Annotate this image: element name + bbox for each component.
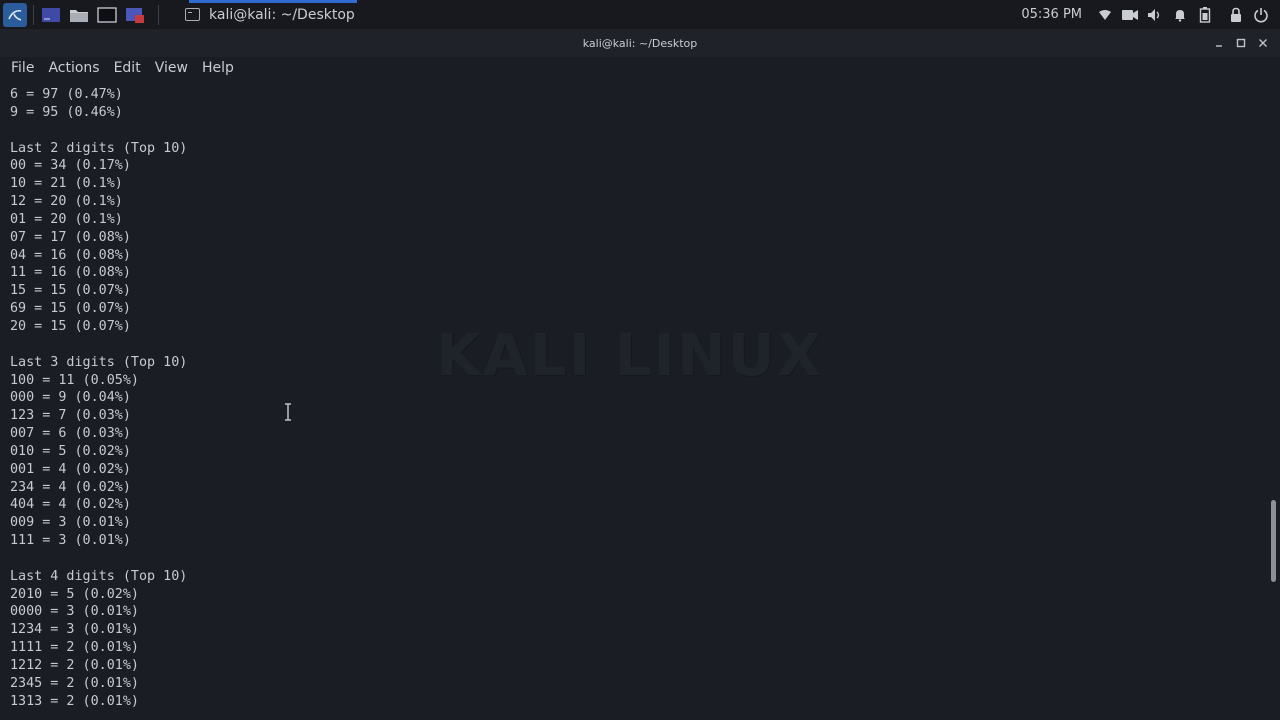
menu-view[interactable]: View: [148, 60, 195, 76]
terminal-line: 010 = 5 (0.02%): [10, 443, 131, 459]
terminal-line: 100 = 11 (0.05%): [10, 372, 139, 388]
system-tray: 05:36 PM: [1021, 0, 1280, 29]
terminal-line: 01 = 20 (0.1%): [10, 211, 123, 227]
terminal-line: 9 = 95 (0.46%): [10, 104, 123, 120]
terminal-line: Last 3 digits (Top 10): [10, 354, 188, 370]
bell-icon[interactable]: [1169, 5, 1191, 25]
menu-edit[interactable]: Edit: [107, 60, 148, 76]
volume-icon[interactable]: [1144, 5, 1166, 25]
terminal-line: 000 = 9 (0.04%): [10, 390, 131, 406]
terminal-line: 11 = 16 (0.08%): [10, 265, 131, 281]
close-icon[interactable]: [1252, 33, 1274, 53]
text-cursor-icon: [284, 403, 292, 421]
terminal-line: 1234 = 3 (0.01%): [10, 622, 139, 638]
camera-icon[interactable]: [1119, 5, 1141, 25]
menu-file[interactable]: File: [4, 60, 41, 76]
panel-separator: [33, 4, 34, 25]
terminal-line: Last 2 digits (Top 10): [10, 140, 188, 156]
terminal-line: 009 = 3 (0.01%): [10, 515, 131, 531]
panel-separator: [158, 4, 159, 25]
window-controls: [1208, 29, 1274, 57]
terminal-line: 69 = 15 (0.07%): [10, 301, 131, 317]
terminal-line: 00 = 34 (0.17%): [10, 158, 131, 174]
terminal-line: 6 = 97 (0.47%): [10, 87, 123, 102]
terminal-line: 123 = 7 (0.03%): [10, 408, 131, 424]
window-titlebar[interactable]: kali@kali: ~/Desktop: [0, 29, 1280, 57]
file-manager-icon[interactable]: [68, 5, 90, 25]
terminal-line: 2010 = 5 (0.02%): [10, 586, 139, 602]
terminal-line: 10 = 21 (0.1%): [10, 176, 123, 192]
minimize-icon[interactable]: [1208, 33, 1230, 53]
shield-icon[interactable]: [1094, 5, 1116, 25]
battery-icon[interactable]: [1194, 5, 1216, 25]
scrollbar-thumb[interactable]: [1271, 500, 1276, 582]
window-title: kali@kali: ~/Desktop: [582, 36, 698, 50]
menu-bar: File Actions Edit View Help: [0, 57, 1280, 79]
terminal-line: 15 = 15 (0.07%): [10, 283, 131, 299]
terminal-line: 07 = 17 (0.08%): [10, 229, 131, 245]
terminal-window-icon: [185, 8, 200, 21]
top-panel: kali@kali: ~/Desktop 05:36 PM: [0, 0, 1280, 29]
power-icon[interactable]: [1250, 5, 1272, 25]
terminal-line: 12 = 20 (0.1%): [10, 194, 123, 210]
terminal-line: 0000 = 3 (0.01%): [10, 604, 139, 620]
terminal-line: 1212 = 2 (0.01%): [10, 658, 139, 673]
clock[interactable]: 05:36 PM: [1021, 7, 1082, 22]
terminal-icon[interactable]: [96, 5, 118, 25]
menu-help[interactable]: Help: [195, 60, 241, 76]
menu-actions[interactable]: Actions: [41, 60, 106, 76]
terminal-line: 234 = 4 (0.02%): [10, 479, 131, 495]
terminal-line: 1111 = 2 (0.01%): [10, 640, 139, 656]
terminal-line: 007 = 6 (0.03%): [10, 426, 131, 442]
kali-menu-icon[interactable]: [3, 2, 27, 27]
lock-icon[interactable]: [1225, 5, 1247, 25]
taskbar-task-label: kali@kali: ~/Desktop: [209, 6, 355, 23]
scrollbar-track[interactable]: [1268, 79, 1280, 720]
terminal-line: 1313 = 2 (0.01%): [10, 693, 139, 709]
workspace-icon[interactable]: [40, 5, 62, 25]
taskbar-terminal-task[interactable]: kali@kali: ~/Desktop: [171, 0, 373, 29]
terminal-output[interactable]: 6 = 97 (0.47%) 9 = 95 (0.46%) Last 2 digit…: [0, 86, 1268, 720]
terminal-line: 04 = 16 (0.08%): [10, 247, 131, 263]
terminal-line: 2345 = 2 (0.01%): [10, 675, 139, 691]
terminal-line: 20 = 15 (0.07%): [10, 318, 131, 334]
terminal-line: 001 = 4 (0.02%): [10, 461, 131, 477]
terminal-line: Last 4 digits (Top 10): [10, 568, 188, 584]
terminal-line: 404 = 4 (0.02%): [10, 497, 131, 513]
maximize-icon[interactable]: [1230, 33, 1252, 53]
media-icon[interactable]: [124, 5, 146, 25]
terminal-line: 111 = 3 (0.01%): [10, 533, 131, 549]
